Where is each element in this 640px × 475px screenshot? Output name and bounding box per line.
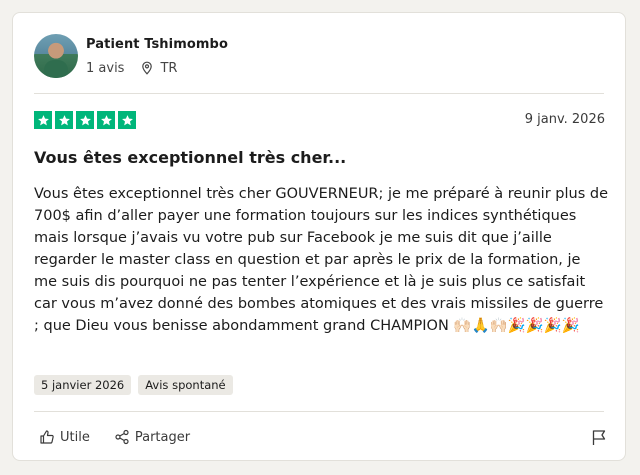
footer-divider: [34, 411, 604, 412]
share-button[interactable]: Partager: [114, 429, 190, 445]
review-card: Patient Tshimombo 1 avis TR 9 janv. 2026…: [12, 12, 626, 461]
star-icon: [97, 111, 115, 129]
share-icon: [115, 429, 129, 445]
reviewer-header: Patient Tshimombo 1 avis TR: [34, 33, 228, 79]
star-icon: [34, 111, 52, 129]
review-body: Vous êtes exceptionnel très cher GOUVERN…: [34, 186, 608, 334]
useful-button[interactable]: Utile: [39, 429, 90, 445]
useful-label: Utile: [60, 429, 90, 445]
reviewer-country: TR: [160, 60, 178, 76]
thumbs-up-icon: [40, 430, 54, 444]
star-icon: [118, 111, 136, 129]
reviewer-meta: 1 avis TR: [86, 61, 228, 76]
experience-date-tag: 5 janvier 2026: [34, 375, 132, 395]
share-label: Partager: [134, 429, 191, 445]
review-actions: Utile Partager: [39, 429, 190, 445]
avatar[interactable]: [34, 34, 78, 78]
header-divider: [34, 93, 604, 94]
review-title[interactable]: Vous êtes exceptionnel très cher...: [34, 148, 346, 167]
map-pin-icon: [142, 61, 153, 75]
reviews-count: 1 avis: [86, 60, 125, 76]
reviewer-name[interactable]: Patient Tshimombo: [86, 37, 228, 52]
star-icon: [76, 111, 94, 129]
review-tags: 5 janvier 2026 Avis spontané: [34, 375, 233, 395]
reviewer-info: Patient Tshimombo 1 avis TR: [86, 37, 228, 76]
review-date: 9 janv. 2026: [524, 112, 605, 127]
review-source-tag: Avis spontané: [138, 375, 233, 395]
star-icon: [55, 111, 73, 129]
flag-icon: [592, 430, 606, 445]
star-rating: [34, 111, 136, 129]
report-button[interactable]: [591, 429, 607, 450]
